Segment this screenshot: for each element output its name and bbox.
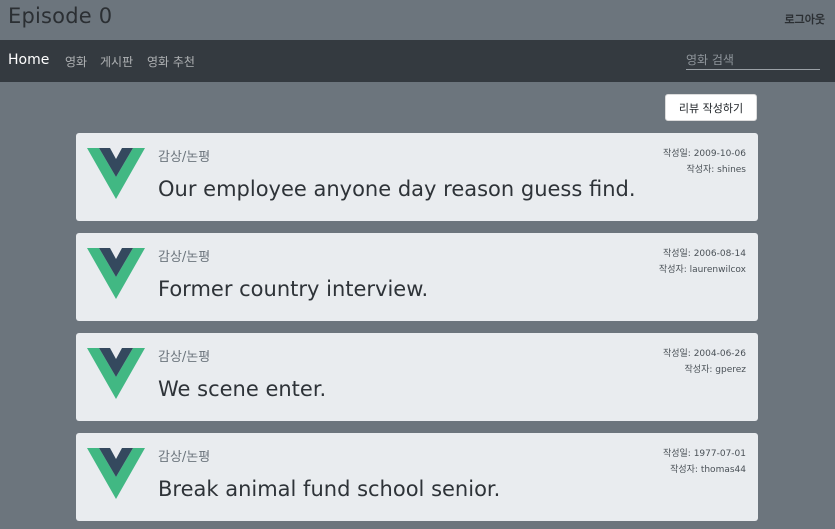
date-label: 작성일:: [662, 249, 694, 259]
nav-link-board[interactable]: 게시판: [100, 53, 133, 70]
review-title[interactable]: Our employee anyone day reason guess fin…: [158, 177, 636, 201]
review-card[interactable]: 감상/논평 Break animal fund school senior. 작성일…: [76, 433, 758, 521]
movie-search-input[interactable]: [686, 50, 820, 70]
review-title[interactable]: We scene enter.: [158, 377, 326, 401]
date-value: 1977-07-01: [693, 449, 746, 459]
nav-link-recommend[interactable]: 영화 추천: [147, 53, 195, 70]
app-title[interactable]: Episode 0: [8, 4, 112, 28]
date-label: 작성일:: [662, 449, 694, 459]
top-header: Episode 0 로그아웃: [0, 0, 835, 40]
author-value: laurenwilcox: [689, 265, 746, 275]
review-date: 작성일: 1977-07-01: [663, 446, 746, 462]
author-value: shines: [717, 165, 746, 175]
author-label: 작성자:: [684, 365, 716, 375]
review-category: 감상/논평: [158, 250, 211, 265]
vue-logo-icon: [87, 348, 145, 399]
review-card[interactable]: 감상/논평 We scene enter. 작성일: 2004-06-26 작성자: …: [76, 333, 758, 421]
review-author: 작성자: shines: [663, 162, 746, 178]
main-navbar: Home 영화 게시판 영화 추천: [0, 40, 835, 82]
author-label: 작성자:: [658, 265, 690, 275]
review-meta: 작성일: 2004-06-26 작성자: gperez: [663, 346, 746, 378]
review-title[interactable]: Break animal fund school senior.: [158, 477, 500, 501]
review-author: 작성자: thomas44: [663, 462, 746, 478]
review-meta: 작성일: 2006-08-14 작성자: laurenwilcox: [659, 246, 746, 278]
date-value: 2006-08-14: [693, 249, 746, 259]
vue-logo-icon: [87, 448, 145, 499]
date-value: 2004-06-26: [693, 349, 746, 359]
review-author: 작성자: laurenwilcox: [659, 262, 746, 278]
review-author: 작성자: gperez: [663, 362, 746, 378]
vue-logo-icon: [87, 148, 145, 199]
vue-logo-icon: [87, 248, 145, 299]
author-label: 작성자:: [670, 465, 701, 475]
review-date: 작성일: 2009-10-06: [663, 146, 746, 162]
review-card[interactable]: 감상/논평 Our employee anyone day reason gues…: [76, 133, 758, 221]
review-category: 감상/논평: [158, 350, 211, 365]
date-value: 2009-10-06: [693, 149, 746, 159]
date-label: 작성일:: [662, 149, 694, 159]
date-label: 작성일:: [662, 349, 694, 359]
write-review-button[interactable]: 리뷰 작성하기: [665, 94, 757, 121]
nav-link-movies[interactable]: 영화: [65, 53, 87, 70]
review-category: 감상/논평: [158, 150, 211, 165]
review-title[interactable]: Former country interview.: [158, 277, 428, 301]
logout-link[interactable]: 로그아웃: [785, 11, 825, 27]
author-label: 작성자:: [686, 165, 718, 175]
nav-home-link[interactable]: Home: [8, 52, 49, 68]
review-date: 작성일: 2006-08-14: [659, 246, 746, 262]
author-value: thomas44: [700, 465, 746, 475]
author-value: gperez: [715, 365, 746, 375]
review-category: 감상/논평: [158, 450, 211, 465]
review-date: 작성일: 2004-06-26: [663, 346, 746, 362]
review-meta: 작성일: 1977-07-01 작성자: thomas44: [663, 446, 746, 478]
review-card[interactable]: 감상/논평 Former country interview. 작성일: 2006-…: [76, 233, 758, 321]
review-meta: 작성일: 2009-10-06 작성자: shines: [663, 146, 746, 178]
